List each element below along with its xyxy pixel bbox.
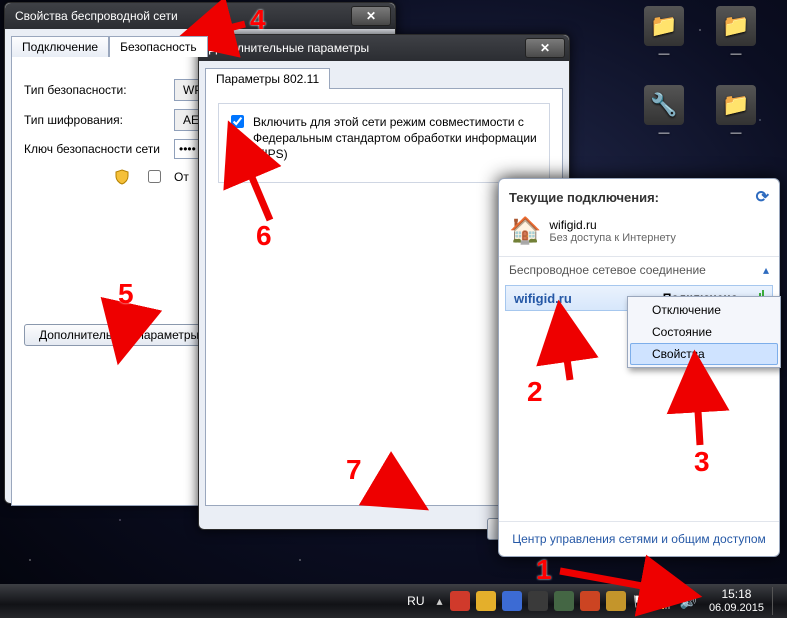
chevron-up-icon[interactable]: ▴ <box>763 263 769 277</box>
taskbar: RU ▴ 🏳️ 🔊 15:18 06.09.2015 <box>0 584 787 618</box>
desktop-icon[interactable]: 📁— <box>636 6 692 60</box>
security-type-label: Тип безопасности: <box>24 83 164 97</box>
show-desktop-button[interactable] <box>772 587 781 615</box>
shield-icon <box>114 169 130 185</box>
clock-date[interactable]: 06.09.2015 <box>709 602 764 614</box>
tray-app-icon[interactable] <box>476 591 496 611</box>
window-title: Свойства беспроводной сети <box>15 9 351 23</box>
current-network-status: Без доступа к Интернету <box>549 232 676 244</box>
tab-security[interactable]: Безопасность <box>109 36 208 57</box>
network-flyout: Текущие подключения: ⟳ 🏠 wifigid.ru Без … <box>498 178 780 557</box>
tab-80211[interactable]: Параметры 802.11 <box>205 68 330 89</box>
language-indicator[interactable]: RU <box>407 594 424 608</box>
network-name: wifigid.ru <box>514 291 572 306</box>
desktop-icon[interactable]: 📁— <box>708 85 764 139</box>
show-chars-checkbox[interactable] <box>148 170 161 183</box>
tray-action-center-icon[interactable]: 🏳️ <box>633 594 648 608</box>
tray-network-icon[interactable] <box>656 593 670 609</box>
network-context-menu: Отключение Состояние Свойства <box>627 296 781 368</box>
wireless-section-label: Беспроводное сетевое соединение <box>509 263 706 277</box>
home-icon: 🏠 <box>509 215 541 246</box>
current-network-name: wifigid.ru <box>549 218 676 232</box>
fips-checkbox[interactable] <box>231 115 244 128</box>
clock-time[interactable]: 15:18 <box>709 588 764 601</box>
tray-app-icon[interactable] <box>502 591 522 611</box>
tray-app-icon[interactable] <box>580 591 600 611</box>
desktop-icon[interactable]: 🔧— <box>636 85 692 139</box>
show-chars-label: От <box>174 170 189 184</box>
tray-app-icon[interactable] <box>606 591 626 611</box>
tray-volume-icon[interactable]: 🔊 <box>680 593 697 610</box>
advanced-settings-button[interactable]: Дополнительные параметры <box>24 324 214 346</box>
tab-connection[interactable]: Подключение <box>11 36 109 57</box>
desktop-icon[interactable]: 📁— <box>708 6 764 60</box>
tray-app-icon[interactable] <box>554 591 574 611</box>
ctx-state[interactable]: Состояние <box>630 321 778 343</box>
annotation-number: 1 <box>536 556 552 584</box>
tray-app-icon[interactable] <box>528 591 548 611</box>
fips-label: Включить для этой сети режим совместимос… <box>253 114 541 163</box>
tray-app-icon[interactable] <box>450 591 470 611</box>
close-button[interactable]: ✕ <box>351 6 391 26</box>
network-center-link[interactable]: Центр управления сетями и общим доступом <box>499 521 779 556</box>
flyout-header: Текущие подключения: <box>509 190 659 205</box>
ctx-properties[interactable]: Свойства <box>630 343 778 365</box>
tray-chevron-icon[interactable]: ▴ <box>437 594 443 608</box>
ctx-disconnect[interactable]: Отключение <box>630 299 778 321</box>
encryption-label: Тип шифрования: <box>24 113 164 127</box>
close-button[interactable]: ✕ <box>525 38 565 58</box>
security-key-label: Ключ безопасности сети <box>24 142 164 156</box>
window-title: Дополнительные параметры <box>209 41 525 55</box>
refresh-icon[interactable]: ⟳ <box>756 187 769 207</box>
